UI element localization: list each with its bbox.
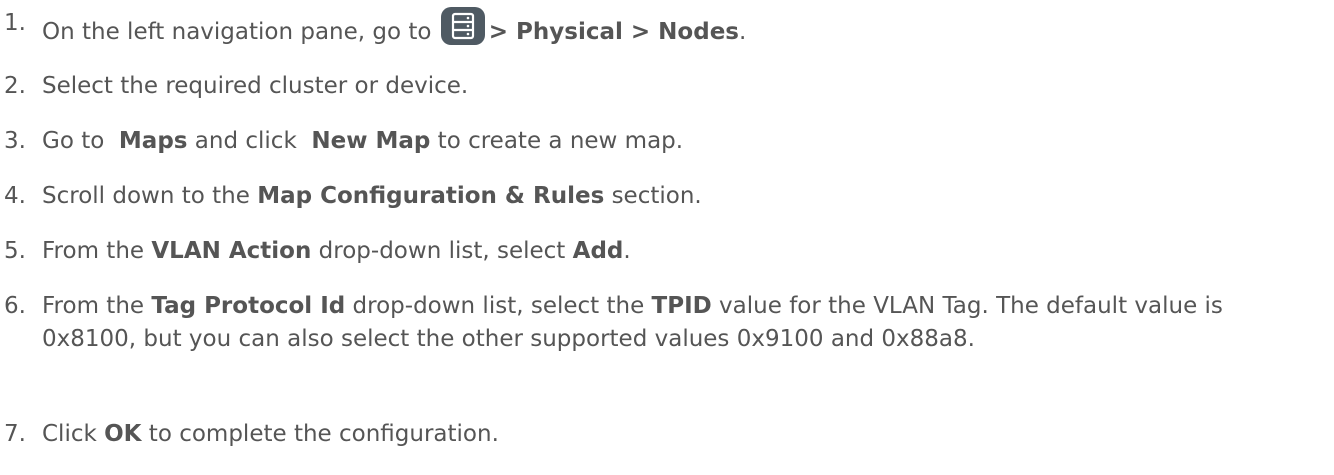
procedure-steps: 1. On the left navigation pane, go to > …: [0, 0, 1334, 475]
server-list-icon: [440, 7, 485, 45]
step-text: Click OK to complete the configuration.: [42, 421, 499, 447]
step-text: On the left navigation pane, go to > Phy…: [42, 7, 746, 49]
step-number: 4.: [4, 183, 26, 209]
step-number: 5.: [4, 238, 26, 264]
step-text: From the VLAN Action drop-down list, sel…: [42, 238, 631, 264]
step-number: 3.: [4, 128, 26, 154]
step-number: 1.: [4, 10, 26, 36]
step-text: Scroll down to the Map Configuration & R…: [42, 183, 702, 209]
nav-path: > Physical > Nodes: [488, 19, 739, 45]
step-text: Select the required cluster or device.: [42, 73, 469, 99]
step-number: 6.: [4, 293, 26, 319]
step-text: From the Tag Protocol Id drop-down list,…: [42, 293, 1223, 352]
step-number: 7.: [4, 421, 26, 447]
step-text: Go to Maps and click New Map to create a…: [42, 128, 684, 154]
step-number: 2.: [4, 73, 26, 99]
